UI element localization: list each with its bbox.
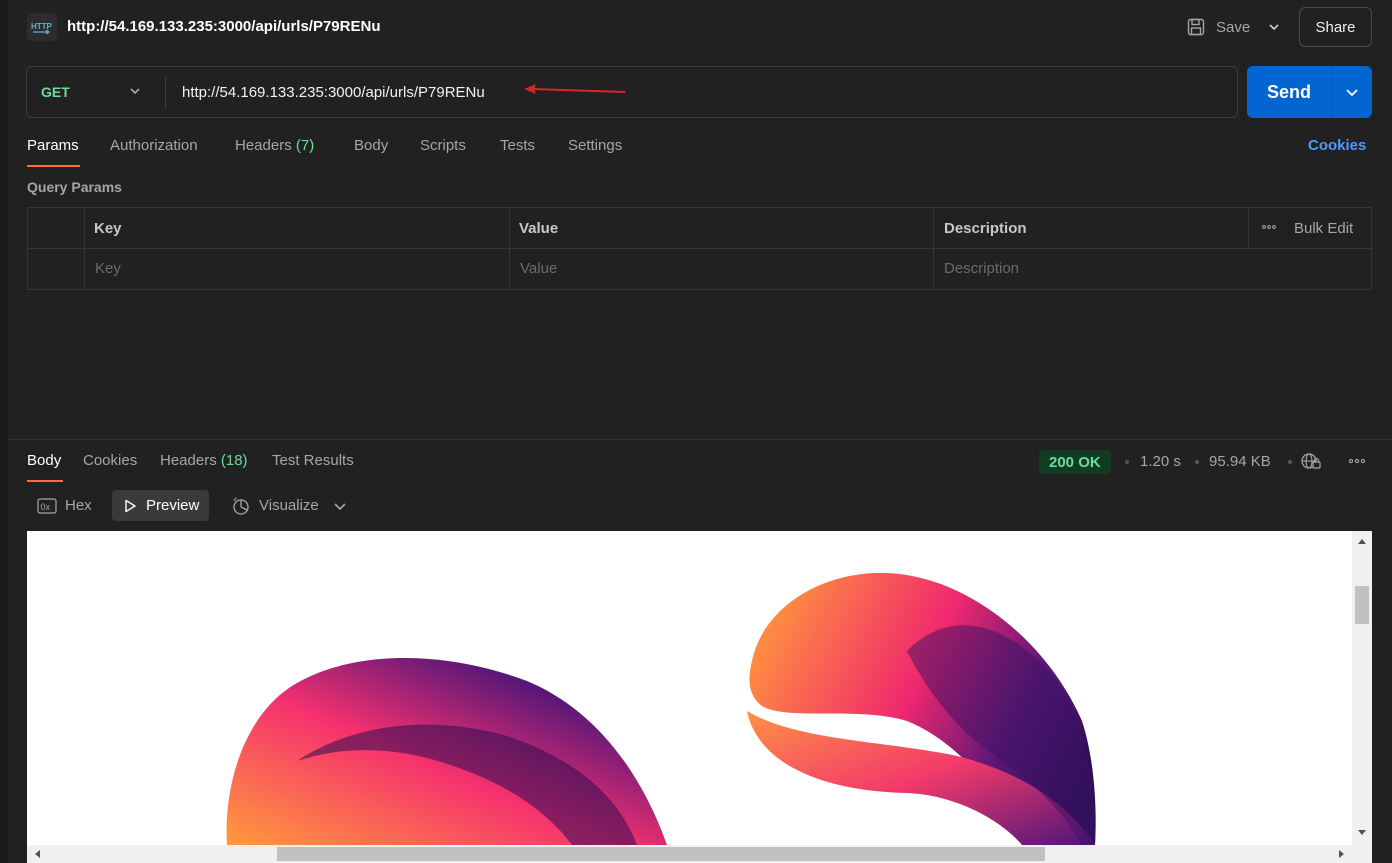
scroll-up-icon[interactable]	[1357, 537, 1367, 545]
left-gutter	[0, 0, 8, 863]
value-input[interactable]: Value	[520, 260, 557, 277]
red-arrow-annotation	[524, 84, 626, 94]
response-tab-body[interactable]: Body	[27, 452, 61, 469]
preview-label: Preview	[146, 497, 200, 514]
url-divider	[165, 77, 166, 109]
send-options-chevron-down-icon[interactable]	[1332, 66, 1372, 118]
response-preview[interactable]	[27, 531, 1352, 845]
tab-scripts[interactable]: Scripts	[420, 137, 466, 154]
tab-headers[interactable]: Headers (7)	[235, 137, 314, 154]
hex-label: Hex	[65, 497, 92, 514]
separator-dot	[1288, 460, 1292, 464]
save-options-chevron-down-icon[interactable]	[1263, 16, 1285, 38]
active-tab-underline	[27, 165, 80, 167]
column-divider	[509, 208, 510, 289]
view-mode-chevron-down-icon[interactable]	[327, 490, 353, 521]
table-header-row	[28, 208, 1371, 249]
response-tab-headers-count: (18)	[220, 452, 248, 469]
more-options-icon[interactable]	[1261, 218, 1277, 239]
save-label: Save	[1216, 18, 1251, 36]
scroll-right-icon[interactable]	[1338, 849, 1346, 859]
bulk-edit-button[interactable]: Bulk Edit	[1294, 220, 1353, 237]
hex-icon: 0x	[37, 497, 57, 514]
visualize-view-button[interactable]: Visualize	[221, 490, 329, 521]
network-globe-icon[interactable]	[1300, 451, 1322, 476]
horizontal-scrollbar[interactable]	[27, 845, 1352, 863]
vertical-scrollbar[interactable]	[1352, 531, 1372, 845]
vertical-scroll-thumb[interactable]	[1355, 586, 1369, 624]
tab-headers-label: Headers	[235, 137, 292, 154]
tab-headers-count: (7)	[295, 137, 315, 154]
cookies-link[interactable]: Cookies	[1308, 137, 1366, 154]
column-divider	[84, 208, 85, 289]
tab-tests[interactable]: Tests	[500, 137, 535, 154]
horizontal-scroll-thumb[interactable]	[277, 847, 1045, 861]
separator-dot	[1195, 460, 1199, 464]
active-tab-underline	[27, 480, 63, 482]
url-input[interactable]: http://54.169.133.235:3000/api/urls/P79R…	[182, 84, 485, 101]
column-header-description: Description	[944, 220, 1027, 237]
play-icon	[125, 499, 136, 512]
method-chevron-down-icon[interactable]	[127, 83, 143, 104]
scroll-left-icon[interactable]	[33, 849, 41, 859]
tab-authorization[interactable]: Authorization	[110, 137, 198, 154]
response-tab-headers-label: Headers	[160, 452, 217, 469]
save-icon	[1187, 18, 1205, 36]
column-header-value: Value	[519, 220, 559, 237]
http-request-icon: HTTP	[27, 13, 57, 41]
hex-view-button[interactable]: 0x Hex	[27, 490, 102, 521]
more-options-icon[interactable]	[1347, 452, 1367, 475]
response-tab-headers[interactable]: Headers (18)	[160, 452, 248, 469]
preview-view-button[interactable]: Preview	[112, 490, 210, 521]
preview-image	[226, 572, 1096, 845]
scroll-down-icon[interactable]	[1357, 829, 1367, 837]
response-tab-test-results[interactable]: Test Results	[272, 452, 354, 469]
status-badge[interactable]: 200 OK	[1039, 450, 1111, 474]
response-divider[interactable]	[8, 439, 1392, 440]
url-bar: GET http://54.169.133.235:3000/api/urls/…	[26, 66, 1238, 118]
request-header: HTTP http://54.169.133.235:3000/api/urls…	[0, 0, 1392, 56]
table-row	[28, 249, 1371, 290]
query-params-label: Query Params	[27, 179, 122, 195]
query-params-table: Key Value Description Bulk Edit Key Valu…	[27, 207, 1372, 290]
response-tab-cookies[interactable]: Cookies	[83, 452, 137, 469]
key-input[interactable]: Key	[95, 260, 121, 277]
scrollbar-corner	[1352, 845, 1372, 863]
svg-text:0x: 0x	[41, 502, 51, 512]
visualize-icon	[233, 497, 249, 515]
separator-dot	[1125, 460, 1129, 464]
svg-text:HTTP: HTTP	[31, 22, 53, 31]
column-divider	[1248, 208, 1249, 249]
method-select[interactable]: GET	[41, 84, 70, 100]
tab-params[interactable]: Params	[27, 137, 79, 154]
column-header-key: Key	[94, 220, 122, 237]
response-time[interactable]: 1.20 s	[1140, 453, 1181, 470]
send-button-group: Send	[1247, 66, 1372, 118]
visualize-label: Visualize	[259, 497, 319, 514]
column-divider	[933, 208, 934, 289]
description-input[interactable]: Description	[944, 260, 1019, 277]
save-button[interactable]: Save	[1186, 14, 1250, 40]
tab-settings[interactable]: Settings	[568, 137, 622, 154]
request-title[interactable]: http://54.169.133.235:3000/api/urls/P79R…	[67, 18, 380, 35]
response-size[interactable]: 95.94 KB	[1209, 453, 1271, 470]
send-button[interactable]: Send	[1247, 66, 1331, 118]
tab-body[interactable]: Body	[354, 137, 388, 154]
share-button[interactable]: Share	[1299, 7, 1372, 47]
